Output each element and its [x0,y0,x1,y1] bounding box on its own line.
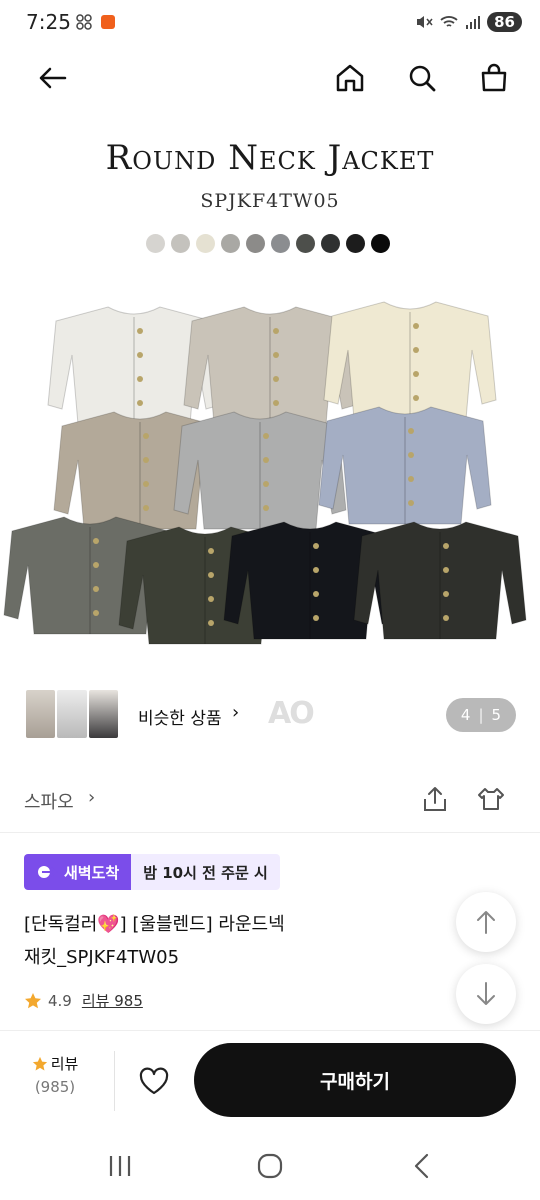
star-icon [25,992,41,1008]
chevron-right-icon: › [232,702,240,723]
home-button[interactable] [328,56,372,100]
review-label: 리뷰 [50,1055,79,1073]
review-summary-button[interactable]: 리뷰 (985) [20,1053,90,1096]
arrow-up-icon [477,911,495,934]
arrow-down-icon [477,982,495,1005]
android-nav-bar [0,1130,540,1200]
color-swatch [271,234,290,253]
grid-app-icon [76,14,92,30]
similar-thumbnails [26,690,118,738]
shopping-bag-icon [481,63,507,92]
rating-value: 4.9 [48,991,72,1010]
scroll-down-button[interactable] [456,964,516,1024]
similar-products-row[interactable]: 비슷한 상품 › AO 4 | 5 [0,690,540,740]
similar-thumb [57,690,87,738]
purchase-bar: 리뷰 (985) 구매하기 [0,1030,540,1130]
share-button[interactable] [418,782,452,816]
jackets-illustration [3,301,527,645]
cart-button[interactable] [472,56,516,100]
brand-row: 스파오 › [0,776,540,824]
status-time: 7:25 [26,10,71,34]
similar-thumb [26,690,56,738]
closet-button[interactable] [474,782,508,816]
search-button[interactable] [400,56,444,100]
chevron-right-icon: › [88,787,96,808]
color-swatch [371,234,390,253]
product-title-line2: 재킷_SPJKF4TW05 [24,947,180,968]
delivery-badge-label: 새벽도착 [64,863,120,882]
signal-icon [466,16,481,29]
delivery-icon [38,866,58,878]
color-swatch [146,234,165,253]
color-swatch [221,234,240,253]
star-icon [32,1056,47,1070]
share-icon [424,787,446,811]
product-image-title: Round Neck Jacket [105,138,435,178]
pager-total: 5 [491,706,502,724]
dawn-delivery-badge: 새벽도착 [24,854,132,890]
system-back-button[interactable] [400,1144,444,1188]
jacket-dark-gray [353,521,527,640]
section-divider [0,832,540,833]
battery-indicator: 86 [487,12,522,32]
color-swatch [246,234,265,253]
buy-button[interactable]: 구매하기 [194,1043,516,1117]
product-title: [단독컬러💖] [울블렌드] 라운드넥 재킷_SPJKF4TW05 [24,908,424,974]
jacket-light-gray [173,411,347,530]
home-system-button[interactable] [248,1144,292,1188]
scroll-up-button[interactable] [456,892,516,952]
recent-apps-icon [109,1156,131,1176]
color-swatch [296,234,315,253]
search-icon [409,65,436,92]
heart-icon [139,1067,169,1095]
brand-link[interactable]: 스파오 [24,788,74,814]
rating-row: 4.9 리뷰 985 [24,990,143,1011]
ao-watermark: AO [268,696,315,731]
image-pager: 4 | 5 [446,698,516,732]
color-swatch [196,234,215,253]
product-image-code: SPJKF4TW05 [200,190,340,212]
back-arrow-icon [39,67,67,89]
pager-current: 4 [460,706,471,724]
home-icon [336,64,364,92]
color-swatch [346,234,365,253]
like-button[interactable] [134,1061,174,1101]
orange-app-icon [101,15,115,29]
back-button[interactable] [30,56,74,100]
color-swatches [146,234,390,253]
recent-apps-button[interactable] [98,1144,142,1188]
hanger-icon [478,788,504,810]
similar-label: 비슷한 상품 [138,709,222,729]
bar-divider [114,1051,115,1111]
product-title-line1: [단독컬러💖] [울블렌드] 라운드넥 [24,914,285,935]
delivery-banner: 새벽도착 밤 10시 전 주문 시 [24,854,280,890]
top-nav [0,48,540,110]
mute-icon [417,16,433,28]
product-image[interactable]: Round Neck Jacket SPJKF4TW05 [0,120,540,680]
review-count: (985) [34,1078,76,1096]
home-circle-icon [257,1153,283,1179]
color-swatch [321,234,340,253]
color-swatch [171,234,190,253]
status-bar: 7:25 86 [0,0,540,48]
chevron-left-icon [414,1153,429,1179]
delivery-time: 밤 10시 전 주문 시 [131,854,280,890]
review-link[interactable]: 리뷰 985 [82,990,143,1011]
wifi-icon [440,16,458,27]
similar-thumb [88,690,118,738]
